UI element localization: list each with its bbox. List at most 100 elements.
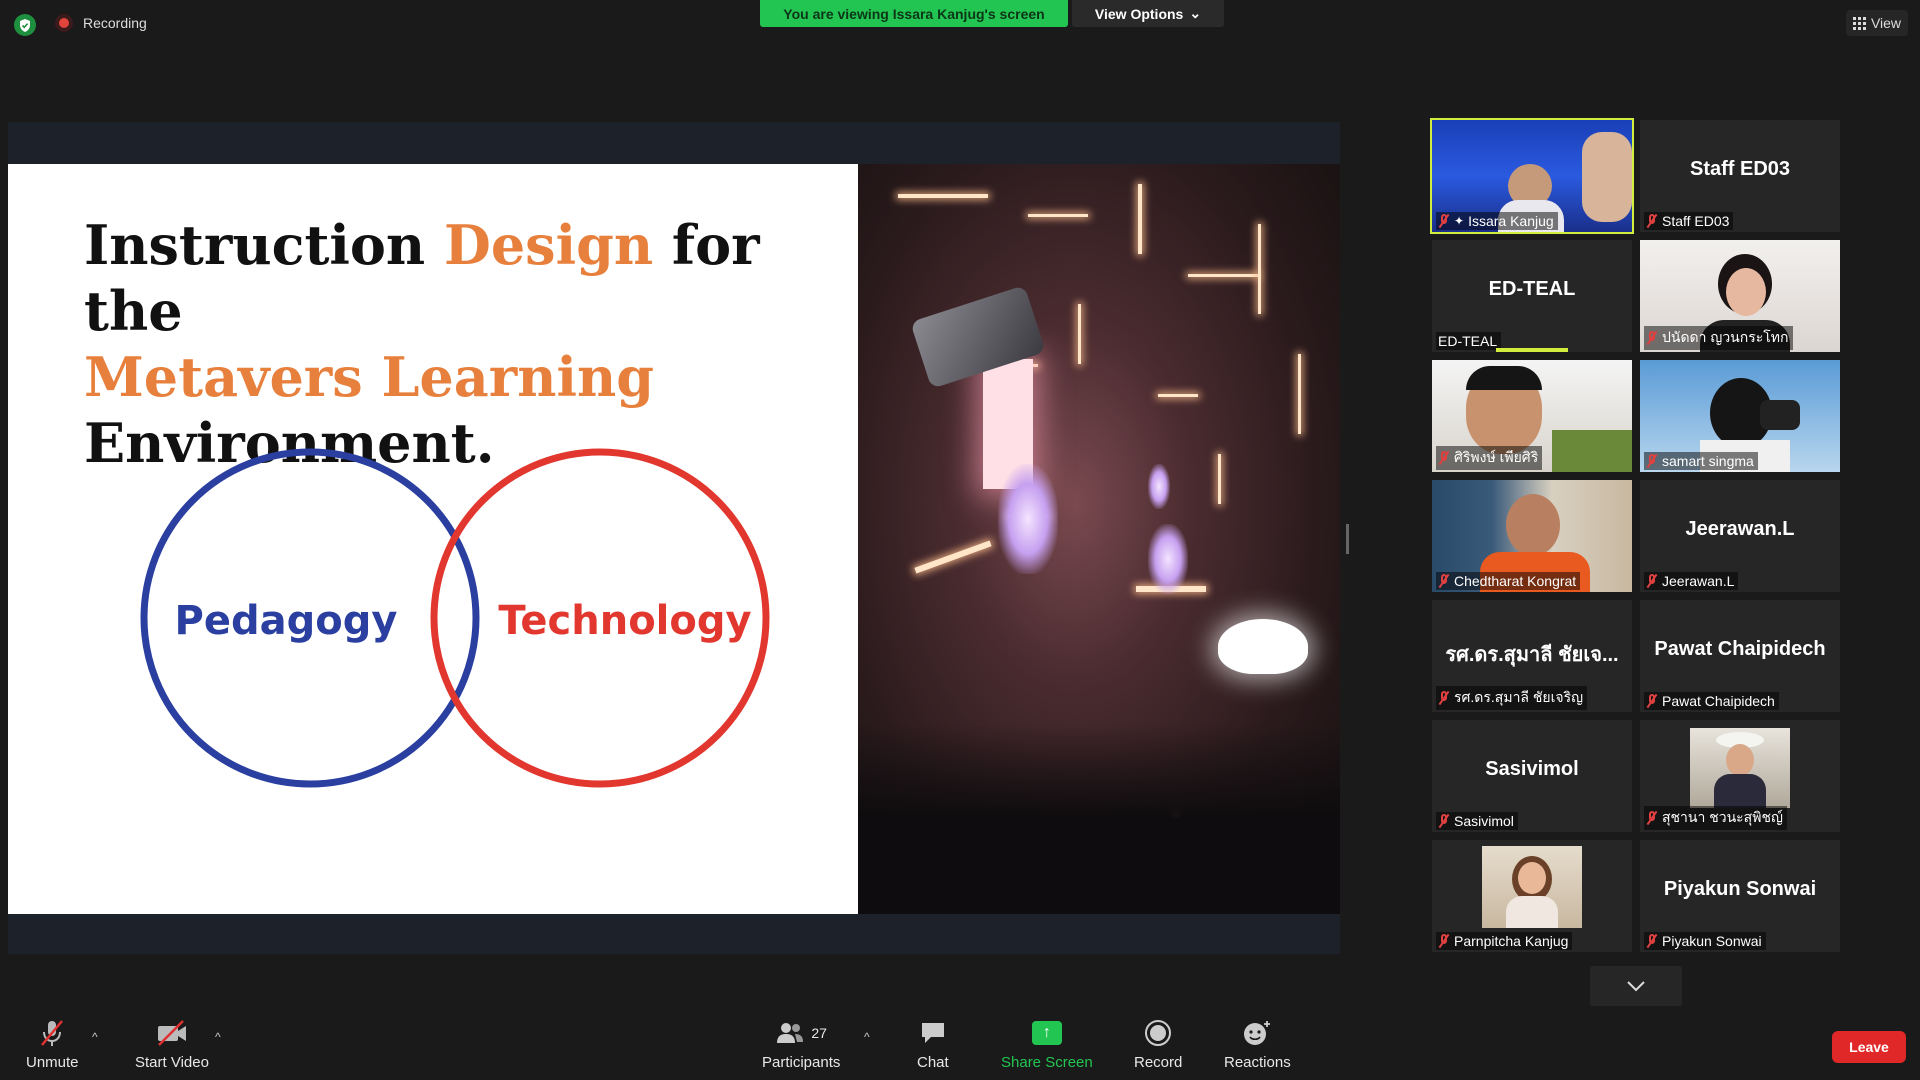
chat-icon [919,1018,947,1048]
top-bar: Recording You are viewing Issara Kanjug'… [0,0,1920,48]
muted-microphone-icon [37,1018,67,1048]
muted-mic-icon [1646,331,1658,345]
muted-mic-icon [1646,574,1658,588]
muted-mic-icon [1438,814,1450,828]
participants-icon-group: 27 [775,1018,827,1048]
unmute-label: Unmute [26,1054,79,1071]
participant-name: Chedtharat Kongrat [1454,573,1577,589]
participant-tile[interactable]: ศิริพงษ์ เพียศิริ [1432,360,1632,472]
participant-label: ✦ Issara Kanjug [1436,212,1558,230]
recording-label: Recording [83,15,147,31]
participants-options-caret[interactable]: ^ [864,1030,870,1044]
participant-tile[interactable]: Sasivimol Sasivimol [1432,720,1632,832]
unmute-button[interactable]: Unmute [26,1018,79,1071]
venn-left-label: Pedagogy [175,598,398,644]
recording-icon [55,14,73,32]
audio-level-bar [1496,348,1568,352]
pin-icon: ✦ [1454,214,1465,228]
meeting-toolbar: Unmute ^ Start Video ^ 27 Participants ^… [0,1010,1920,1080]
chevron-down-icon: ⌄ [1189,5,1202,21]
participant-name: สุชานา ชวนะสุพิชญ์ [1662,809,1783,825]
participant-label: สุชานา ชวนะสุพิชญ์ [1644,806,1787,830]
participant-display-name: ED-TEAL [1488,278,1576,300]
security-shield-icon[interactable] [14,14,36,36]
view-options-button[interactable]: View Options ⌄ [1072,0,1224,27]
title-part: Instruction [84,213,444,277]
participant-tile[interactable]: Staff ED03 Staff ED03 [1640,120,1840,232]
slide-title: Instruction Design for the Metavers Lear… [84,212,844,476]
muted-mic-icon [1438,691,1450,705]
gallery-scroll-down-button[interactable] [1590,966,1682,1006]
participant-tile[interactable]: Jeerawan.L Jeerawan.L [1640,480,1840,592]
view-options-label: View Options [1094,5,1184,22]
participant-tile[interactable]: Pawat Chaipidech Pawat Chaipidech [1640,600,1840,712]
muted-mic-icon [1646,811,1658,825]
chat-button[interactable]: Chat [917,1018,949,1071]
muted-mic-icon [1646,214,1658,228]
share-screen-icon: ↑ [1031,1021,1062,1045]
participant-tile[interactable]: ED-TEAL ED-TEAL [1432,240,1632,352]
participant-tile[interactable]: samart singma [1640,360,1840,472]
participant-name: samart singma [1662,453,1754,469]
participant-tile[interactable]: ปนัดดา ญวนกระโทก [1640,240,1840,352]
start-video-button[interactable]: Start Video [135,1018,209,1071]
participants-count: 27 [811,1025,827,1041]
recording-indicator[interactable]: Recording [55,14,147,32]
participant-name: Issara Kanjug [1468,213,1554,229]
participant-tile[interactable]: Piyakun Sonwai Piyakun Sonwai [1640,840,1840,952]
participant-name: Jeerawan.L [1662,573,1735,589]
share-screen-button[interactable]: ↑ Share Screen [1001,1018,1093,1071]
share-screen-label: Share Screen [1001,1054,1093,1071]
participant-label: ศิริพงษ์ เพียศิริ [1436,446,1543,470]
chevron-down-icon [1627,981,1645,992]
participants-button[interactable]: 27 Participants [762,1018,840,1071]
participant-name: ปนัดดา ญวนกระโทก [1662,329,1789,345]
chat-label: Chat [917,1054,949,1071]
viewing-banner: You are viewing Issara Kanjug's screen [760,0,1068,27]
participant-tile[interactable]: ✦ Issara Kanjug [1430,118,1634,234]
video-options-caret[interactable]: ^ [215,1030,221,1044]
grid-icon [1852,16,1866,30]
muted-mic-icon [1646,934,1658,948]
participant-label: ED-TEAL [1436,332,1502,350]
participant-name: Staff ED03 [1662,213,1730,229]
participant-label: Piyakun Sonwai [1644,932,1766,950]
participant-name: Pawat Chaipidech [1662,693,1775,709]
muted-mic-icon [1438,214,1450,228]
participant-tile[interactable]: รศ.ดร.สุมาลี ชัยเจ... รศ.ดร.สุมาลี ชัยเจ… [1432,600,1632,712]
participant-display-name: Jeerawan.L [1685,518,1795,540]
title-accent: Metavers Learning [84,345,655,409]
muted-mic-icon [1646,694,1658,708]
participant-tile[interactable]: Chedtharat Kongrat [1432,480,1632,592]
leave-button[interactable]: Leave [1832,1031,1906,1063]
record-label: Record [1134,1054,1183,1071]
participant-display-name: Pawat Chaipidech [1654,638,1826,660]
record-button[interactable]: Record [1134,1018,1182,1071]
resize-handle[interactable] [1346,524,1349,554]
participant-tile[interactable]: สุชานา ชวนะสุพิชญ์ [1640,720,1840,832]
venn-diagram: Pedagogy Technology [140,448,770,788]
reactions-label: Reactions [1224,1054,1291,1071]
audio-options-caret[interactable]: ^ [92,1030,98,1044]
record-icon [1144,1018,1172,1048]
participant-display-name: Sasivimol [1485,758,1579,780]
view-button-label: View [1870,15,1902,31]
metaverse-scene-image [858,164,1340,914]
shared-screen[interactable]: Instruction Design for the Metavers Lear… [8,122,1340,954]
participant-tile[interactable]: Parnpitcha Kanjug [1432,840,1632,952]
view-button[interactable]: View [1846,10,1908,36]
participants-icon [777,1023,804,1043]
reactions-icon [1242,1018,1272,1048]
muted-mic-icon [1438,451,1450,465]
participant-avatar [1482,846,1582,928]
muted-mic-icon [1438,574,1450,588]
participant-name: ED-TEAL [1438,333,1498,349]
participant-label: Sasivimol [1436,812,1518,830]
participant-name: Parnpitcha Kanjug [1454,933,1569,949]
reactions-button[interactable]: Reactions [1224,1018,1291,1071]
title-accent: Design [444,213,654,277]
video-off-icon [155,1018,189,1048]
participant-display-name: รศ.ดร.สุมาลี ชัยเจ... [1445,644,1619,666]
participant-avatar [1690,728,1790,808]
start-video-label: Start Video [135,1054,209,1071]
